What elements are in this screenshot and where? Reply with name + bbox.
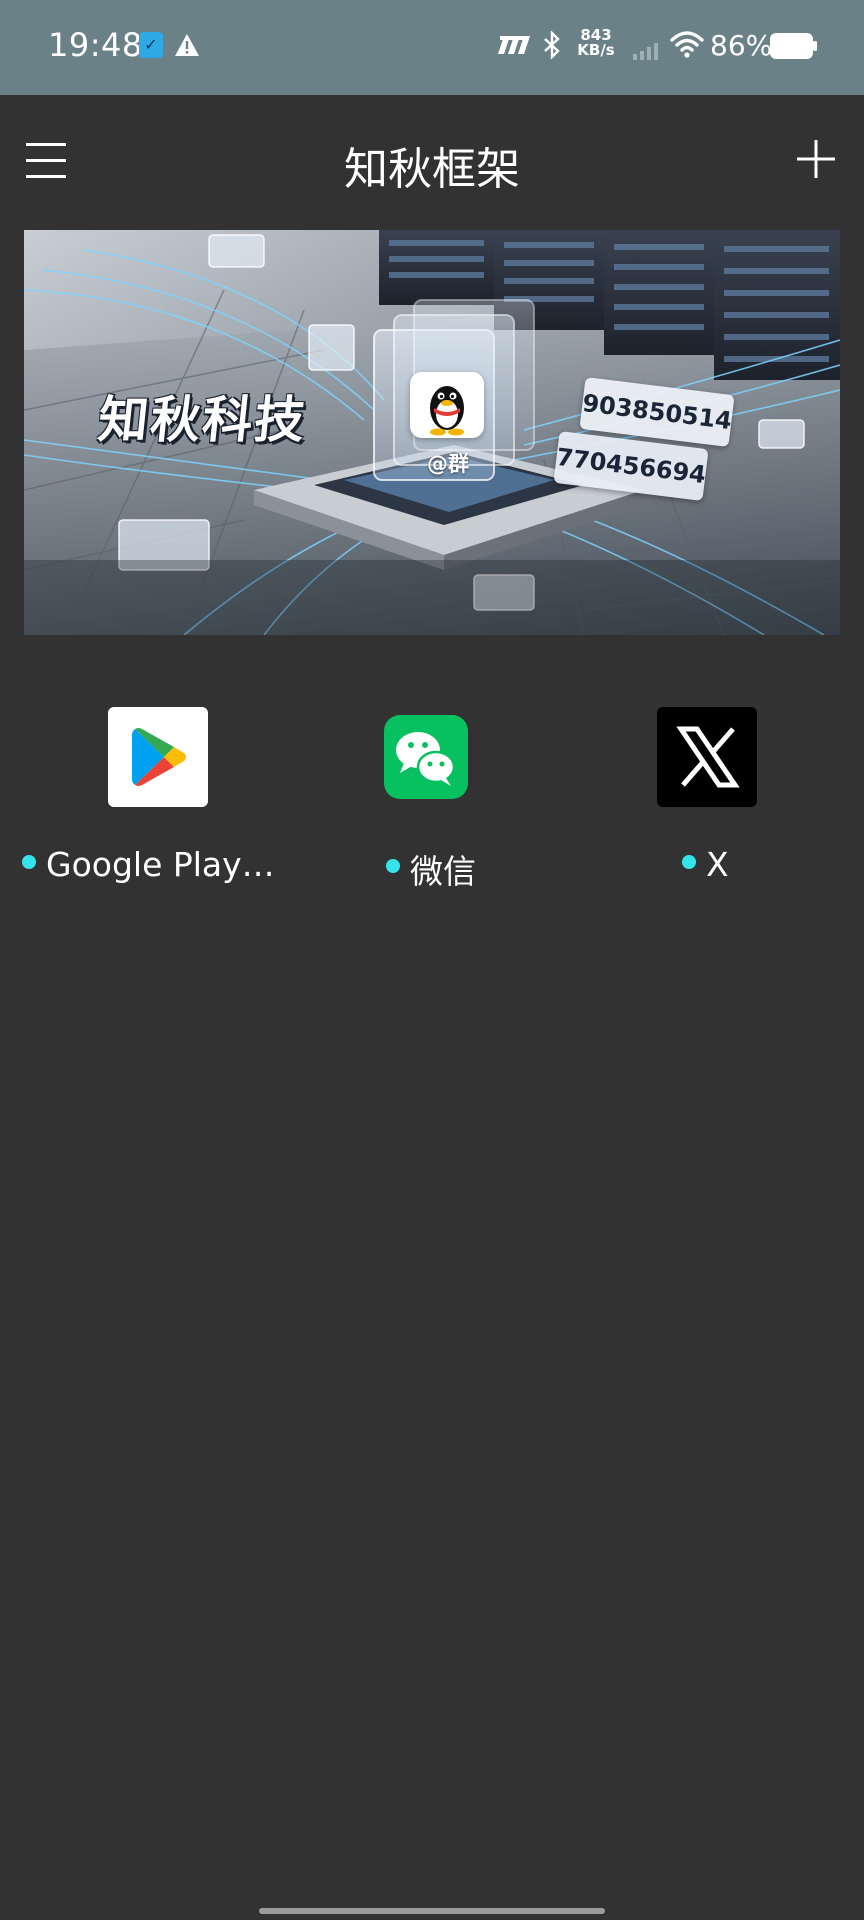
wechat-icon (384, 715, 468, 799)
qq-penguin-icon (410, 372, 484, 438)
running-status-dot (682, 854, 696, 869)
app-label: 微信 (410, 852, 476, 891)
app-label: Google Play… (46, 845, 275, 884)
bluetooth-icon (544, 31, 560, 59)
battery-percent: 86% (710, 29, 773, 62)
app-label-row: 微信 (386, 845, 476, 891)
app-grid: Google Play… 微信 X (0, 700, 864, 900)
home-indicator[interactable] (259, 1908, 605, 1914)
x-icon (657, 707, 757, 807)
app-tile-google-play[interactable]: Google Play… (22, 700, 282, 900)
promo-banner[interactable]: 知秋科技 @群 903850514 770456694 (24, 230, 840, 635)
network-speed-unit: KB/s (577, 41, 615, 59)
wifi-icon (670, 31, 704, 58)
running-status-dot (386, 859, 400, 873)
app-header: 知秋框架 (0, 95, 864, 225)
status-time: 19:48 (48, 26, 143, 64)
menu-button[interactable] (24, 140, 72, 182)
page-title: 知秋框架 (344, 144, 520, 195)
battery-icon (770, 33, 817, 59)
app-label-row: X (682, 845, 729, 885)
app-tile-wechat[interactable]: 微信 (384, 700, 644, 900)
cellular-signal-icon (633, 43, 658, 60)
hd-signal-icon (498, 36, 530, 54)
warning-icon (175, 34, 199, 56)
google-play-icon (108, 707, 208, 807)
banner-title: 知秋科技 (95, 391, 310, 449)
add-button[interactable] (796, 139, 836, 179)
app-screen: 19:48 ✓ 843 KB/s 86% 知秋框架 知秋科技 @群 903850… (0, 0, 864, 1920)
network-speed: 843 KB/s (576, 28, 616, 58)
plus-icon (797, 140, 835, 178)
app-label-row: Google Play… (22, 845, 275, 885)
qq-group-label: @群 (427, 452, 469, 476)
hamburger-menu-icon (26, 143, 66, 178)
running-status-dot (22, 854, 36, 869)
app-tile-x[interactable]: X (657, 700, 842, 900)
app-label: X (706, 845, 729, 884)
app-notification-icon: ✓ (139, 32, 163, 58)
status-bar: 19:48 ✓ 843 KB/s 86% (0, 0, 864, 95)
